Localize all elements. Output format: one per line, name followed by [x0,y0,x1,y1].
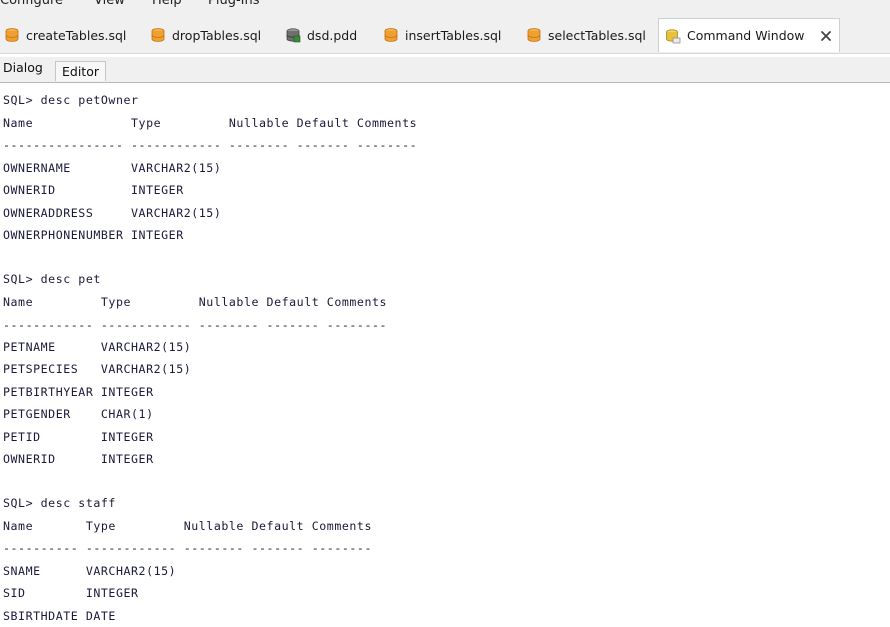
command-window-subtabs: Dialog Editor [0,57,890,83]
console-line: SBIRTHDATE DATE [3,609,116,623]
sql-file-icon [151,28,165,42]
menu-configure[interactable]: Configure [0,0,63,8]
tab-label: createTables.sql [26,27,127,43]
console-line: PETNAME VARCHAR2(15) [3,340,192,354]
console-line: OWNERADDRESS VARCHAR2(15) [3,206,222,220]
console-line: PETID INTEGER [3,430,154,444]
tab-label: insertTables.sql [405,27,502,43]
console-line: PETSPECIES VARCHAR2(15) [3,362,192,376]
tab-selecttables[interactable]: selectTables.sql [526,22,646,48]
tab-label: selectTables.sql [548,27,646,43]
close-tab-button[interactable] [819,29,833,43]
console-line: OWNERID INTEGER [3,452,154,466]
close-icon [820,30,831,41]
console-line: ---------------- ------------ -------- -… [3,138,418,152]
console-line: ---------- ------------ -------- -------… [3,541,372,555]
tab-command-window[interactable]: Command Window [658,18,840,52]
command-window-icon [666,28,681,43]
menubar: Configure View Help Plug-Ins [0,0,890,13]
console-line: PETBIRTHYEAR INTEGER [3,385,154,399]
tab-label: dropTables.sql [172,27,262,43]
sql-file-icon [527,28,541,42]
sql-file-icon [384,28,398,42]
tab-dsd-pdd[interactable]: dsd.pdd [285,22,357,48]
console-line: OWNERID INTEGER [3,183,184,197]
console-line: SID INTEGER [3,586,139,600]
console-line: SQL> desc pet [3,272,101,286]
document-tab-bar: createTables.sql dropTables.sql dsd.pdd … [0,13,890,54]
console-line: SQL> desc petOwner [3,93,139,107]
console-line: SNAME VARCHAR2(15) [3,564,177,578]
menu-plug-ins[interactable]: Plug-Ins [208,0,259,8]
tab-droptables[interactable]: dropTables.sql [150,22,261,48]
console-line: ------------ ------------ -------- -----… [3,318,388,332]
tab-editor[interactable]: Editor [55,61,106,81]
console-line: OWNERPHONENUMBER INTEGER [3,228,184,242]
tab-label: Command Window [687,28,805,43]
console-line: Name Type Nullable Default Comments [3,295,388,309]
tab-label: dsd.pdd [307,27,358,43]
tab-createtables[interactable]: createTables.sql [4,22,126,48]
menu-view[interactable]: View [94,0,125,8]
console-line: PETGENDER CHAR(1) [3,407,154,421]
console-line: Name Type Nullable Default Comments [3,116,418,130]
command-output-console[interactable]: SQL> desc petOwner Name Type Nullable De… [0,84,890,627]
console-line: Name Type Nullable Default Comments [3,519,372,533]
menu-help[interactable]: Help [152,0,182,8]
sql-file-icon [5,28,19,42]
database-diagram-icon [286,28,301,43]
tab-inserttables[interactable]: insertTables.sql [383,22,501,48]
tab-dialog[interactable]: Dialog [3,60,43,75]
console-line: OWNERNAME VARCHAR2(15) [3,161,222,175]
console-line: SQL> desc staff [3,496,116,510]
